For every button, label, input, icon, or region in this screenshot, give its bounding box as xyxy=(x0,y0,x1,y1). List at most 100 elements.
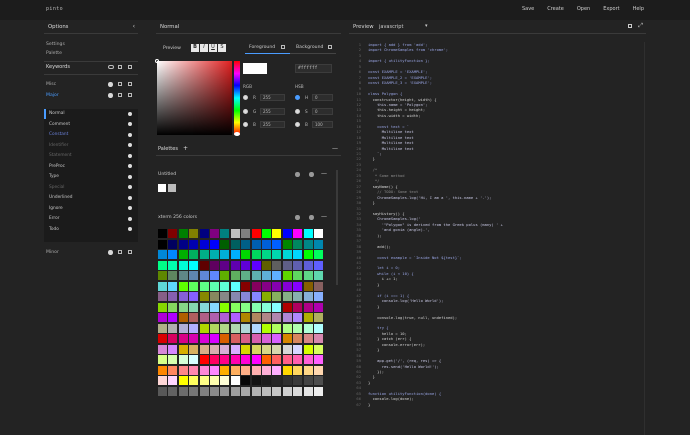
palette-swatch[interactable] xyxy=(303,281,313,291)
palette-swatch[interactable] xyxy=(178,323,188,333)
palette-swatch[interactable] xyxy=(230,355,240,364)
gear-icon[interactable] xyxy=(295,172,300,177)
palette-swatch[interactable] xyxy=(251,386,261,396)
palette-swatch[interactable] xyxy=(303,334,313,343)
palette-swatch[interactable] xyxy=(210,313,219,322)
palette-swatch[interactable] xyxy=(168,281,178,291)
palette-swatch[interactable] xyxy=(230,250,240,259)
palette-swatch[interactable] xyxy=(293,323,303,333)
palette-swatch[interactable] xyxy=(189,376,199,385)
palette-swatch[interactable] xyxy=(199,302,209,312)
palette-swatch[interactable] xyxy=(293,344,303,354)
palette-swatch[interactable] xyxy=(199,292,209,301)
palette-swatch[interactable] xyxy=(230,229,240,238)
palette-swatch[interactable] xyxy=(262,334,271,343)
keyword-toggle[interactable] xyxy=(128,206,132,210)
r-input[interactable]: 255 xyxy=(260,94,285,101)
settings-link[interactable]: Settings xyxy=(46,42,65,47)
palette-swatch[interactable] xyxy=(282,239,292,249)
palette-swatch[interactable] xyxy=(303,386,313,396)
palette-swatch[interactable] xyxy=(314,313,323,322)
palette-swatch[interactable] xyxy=(303,355,313,364)
misc-group[interactable]: Misc xyxy=(46,82,56,87)
bold-button[interactable]: B xyxy=(191,44,199,52)
palette-swatch[interactable] xyxy=(282,229,292,238)
copy-icon[interactable] xyxy=(118,65,122,69)
palette-swatch[interactable] xyxy=(314,323,323,333)
palette-swatch[interactable] xyxy=(168,323,178,333)
edit-icon[interactable] xyxy=(281,45,285,49)
keyword-toggle[interactable] xyxy=(128,227,132,231)
palette-swatch[interactable] xyxy=(272,250,282,259)
palette-swatch[interactable] xyxy=(199,229,209,238)
palette-swatch[interactable] xyxy=(282,302,292,312)
major-group[interactable]: Major xyxy=(46,93,59,98)
palette-swatch[interactable] xyxy=(272,323,282,333)
palette-swatch[interactable] xyxy=(158,344,167,354)
palette-swatch[interactable] xyxy=(282,386,292,396)
palette-swatch[interactable] xyxy=(314,229,323,238)
palette-swatch[interactable] xyxy=(303,229,313,238)
palette-swatch[interactable] xyxy=(189,281,199,291)
palette-swatch[interactable] xyxy=(282,355,292,364)
palette-swatch[interactable] xyxy=(251,250,261,259)
palette-swatch[interactable] xyxy=(314,239,323,249)
palette-swatch[interactable] xyxy=(303,313,313,322)
palette-swatch[interactable] xyxy=(272,344,282,354)
palette-swatch[interactable] xyxy=(220,271,230,280)
palette-swatch[interactable] xyxy=(178,271,188,280)
palette-swatch[interactable] xyxy=(199,239,209,249)
palette-swatch[interactable] xyxy=(272,334,282,343)
palette-swatch[interactable] xyxy=(158,365,167,375)
palette-swatch[interactable] xyxy=(241,239,251,249)
palette-swatch[interactable] xyxy=(262,365,271,375)
keyword-toggle[interactable] xyxy=(128,122,132,126)
palette-swatch[interactable] xyxy=(272,386,282,396)
b2-input[interactable]: 100 xyxy=(312,121,333,128)
palette-swatch[interactable] xyxy=(178,344,188,354)
palette-swatch[interactable] xyxy=(210,376,219,385)
palette-swatch[interactable] xyxy=(303,323,313,333)
help-button[interactable]: Help xyxy=(633,6,644,12)
palette-swatch[interactable] xyxy=(314,355,323,364)
palette-swatch[interactable] xyxy=(220,292,230,301)
palette-swatch[interactable] xyxy=(282,271,292,280)
palette-swatch[interactable] xyxy=(168,260,178,270)
palette-swatch[interactable] xyxy=(230,302,240,312)
palette-swatch[interactable] xyxy=(210,292,219,301)
palette-swatch[interactable] xyxy=(262,250,271,259)
palette-swatch[interactable] xyxy=(272,376,282,385)
palette-swatch[interactable] xyxy=(241,365,251,375)
palette-swatch[interactable] xyxy=(199,386,209,396)
palette-swatch[interactable] xyxy=(199,334,209,343)
palette-swatch[interactable] xyxy=(158,334,167,343)
palette-swatch[interactable] xyxy=(220,260,230,270)
underline-button[interactable]: U xyxy=(209,44,217,52)
palette-swatch[interactable] xyxy=(293,239,303,249)
palette-swatch[interactable] xyxy=(282,250,292,259)
palette-swatch[interactable] xyxy=(199,260,209,270)
chevron-down-icon[interactable]: ▾ xyxy=(425,23,428,29)
palette-link[interactable]: Palette xyxy=(46,51,62,56)
palette-swatch[interactable] xyxy=(241,344,251,354)
palette-swatch[interactable] xyxy=(168,184,176,192)
palette-swatch[interactable] xyxy=(168,313,178,322)
palette-swatch[interactable] xyxy=(230,313,240,322)
palette-swatch[interactable] xyxy=(199,344,209,354)
palette-swatch[interactable] xyxy=(220,365,230,375)
palette-swatch[interactable] xyxy=(210,365,219,375)
keyword-type[interactable]: Type xyxy=(49,174,59,179)
palette-swatch[interactable] xyxy=(210,260,219,270)
palette-swatch[interactable] xyxy=(262,355,271,364)
palette-swatch[interactable] xyxy=(230,334,240,343)
add-palette-button[interactable]: + xyxy=(183,145,188,152)
palette-swatch[interactable] xyxy=(293,250,303,259)
palette-swatch[interactable] xyxy=(241,302,251,312)
palette-swatch[interactable] xyxy=(168,344,178,354)
palette-swatch[interactable] xyxy=(251,239,261,249)
palette-swatch[interactable] xyxy=(293,292,303,301)
palettes-scrollbar[interactable] xyxy=(336,170,338,285)
palette-swatch[interactable] xyxy=(251,334,261,343)
palette-swatch[interactable] xyxy=(189,344,199,354)
palette-swatch[interactable] xyxy=(199,313,209,322)
